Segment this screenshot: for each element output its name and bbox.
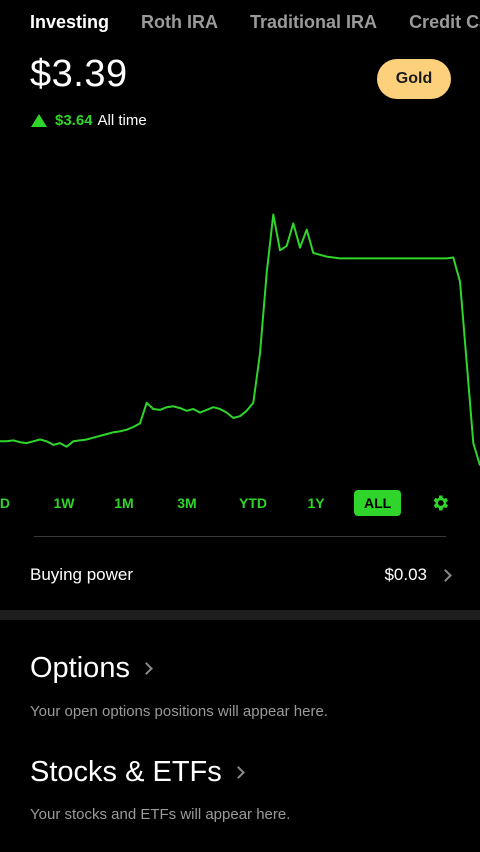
chevron-right-icon <box>140 662 153 675</box>
portfolio-balance: $3.39 <box>30 53 128 95</box>
range-1m[interactable]: 1M <box>108 490 140 516</box>
divider <box>34 536 446 537</box>
options-title: Options <box>30 652 130 684</box>
chevron-right-icon <box>439 568 452 582</box>
range-ytd[interactable]: YTD <box>234 490 272 516</box>
change-period-label: All time <box>97 112 147 129</box>
gold-button[interactable]: Gold <box>377 59 451 99</box>
portfolio-line <box>0 213 480 466</box>
range-selector: 1D 1W 1M 3M YTD 1Y ALL <box>0 490 480 518</box>
change-amount: $3.64 <box>55 112 93 129</box>
buying-power-value: $0.03 <box>384 565 427 584</box>
buying-power-row[interactable]: Buying power $0.03 <box>30 557 452 593</box>
range-1d[interactable]: 1D <box>0 490 16 516</box>
range-1w[interactable]: 1W <box>48 490 80 516</box>
gear-icon[interactable] <box>430 493 450 513</box>
range-1y[interactable]: 1Y <box>301 490 331 516</box>
all-time-change: $3.64 All time <box>31 112 147 129</box>
options-header[interactable]: Options <box>30 652 153 685</box>
tab-credit-card[interactable]: Credit Car <box>409 12 480 33</box>
stocks-description: Your stocks and ETFs will appear here. <box>30 806 291 823</box>
options-description: Your open options positions will appear … <box>30 703 328 720</box>
buying-power-label: Buying power <box>30 565 134 584</box>
stocks-title: Stocks & ETFs <box>30 756 222 788</box>
tab-traditional-ira[interactable]: Traditional IRA <box>250 12 377 33</box>
range-all[interactable]: ALL <box>354 490 402 516</box>
section-divider <box>0 610 480 620</box>
tab-investing[interactable]: Investing <box>30 12 109 33</box>
portfolio-chart[interactable] <box>0 140 480 480</box>
range-3m[interactable]: 3M <box>171 490 203 516</box>
triangle-up-icon <box>31 114 47 127</box>
stocks-header[interactable]: Stocks & ETFs <box>30 756 245 789</box>
chevron-right-icon <box>231 766 245 779</box>
tab-roth-ira[interactable]: Roth IRA <box>141 12 218 33</box>
account-tabs: Investing Roth IRA Traditional IRA Credi… <box>30 12 480 33</box>
